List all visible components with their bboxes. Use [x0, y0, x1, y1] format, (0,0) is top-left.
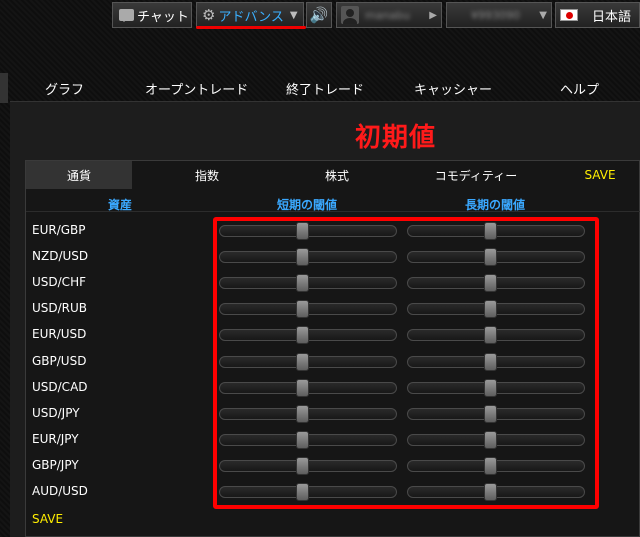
- nav-item-graph[interactable]: グラフ: [45, 79, 84, 98]
- currency-pair-label: USD/RUB: [32, 301, 88, 316]
- user-menu[interactable]: manabu ▶: [336, 2, 442, 28]
- speaker-icon: 🔊: [309, 6, 329, 24]
- currency-pair-label: USD/CAD: [32, 379, 88, 394]
- balance-dropdown[interactable]: ¥993090 ▼: [446, 2, 552, 28]
- language-label: 日本語: [592, 9, 632, 25]
- save-button[interactable]: SAVE: [32, 512, 63, 526]
- page-title: 初期値: [355, 123, 437, 153]
- japan-flag-icon: [560, 9, 578, 21]
- advanced-label: アドバンス: [218, 9, 284, 25]
- currency-pair-label: AUD/USD: [32, 484, 88, 498]
- column-headers: 資産 短期の閾値 長期の閾値: [26, 194, 640, 212]
- main-nav: グラフ オープントレード 終了トレード キャッシャー ヘルプ: [0, 76, 640, 100]
- advanced-dropdown[interactable]: ⚙ アドバンス ▼: [196, 2, 304, 28]
- nav-item-closed-trades[interactable]: 終了トレード: [286, 79, 364, 98]
- gear-icon: ⚙: [202, 5, 216, 24]
- column-long-threshold: 長期の閾値: [465, 198, 526, 212]
- currency-pair-label: EUR/JPY: [32, 431, 79, 446]
- tab-commodities[interactable]: コモディティー: [392, 161, 560, 189]
- currency-pair-label: USD/JPY: [32, 405, 80, 420]
- chevron-right-icon: ▶: [429, 9, 437, 21]
- chat-bubble-icon: [119, 9, 134, 22]
- username: manabu: [365, 8, 411, 22]
- column-short-threshold: 短期の閾値: [277, 198, 338, 212]
- currency-pair-label: EUR/USD: [32, 327, 87, 342]
- annotation-underline: [196, 26, 306, 29]
- currency-pair-label: USD/CHF: [32, 275, 86, 290]
- chat-button[interactable]: チャット: [112, 2, 192, 28]
- chevron-down-icon: ▼: [289, 9, 298, 21]
- currency-pair-label: GBP/USD: [32, 353, 87, 368]
- nav-item-open-trades[interactable]: オープントレード: [145, 79, 248, 98]
- tab-stocks[interactable]: 株式: [282, 161, 392, 189]
- tab-indices[interactable]: 指数: [132, 161, 282, 189]
- balance-value: ¥993090: [471, 8, 520, 22]
- tab-save-button[interactable]: SAVE: [560, 161, 640, 189]
- top-bar: チャット ⚙ アドバンス ▼ 🔊 manabu ▶ ¥993090 ▼ 日本語: [0, 0, 640, 30]
- nav-item-help[interactable]: ヘルプ: [560, 79, 599, 98]
- language-selector[interactable]: 日本語: [555, 2, 640, 28]
- column-asset: 資産: [108, 198, 133, 212]
- currency-pair-label: GBP/JPY: [32, 457, 79, 472]
- currency-pair-label: NZD/USD: [32, 249, 89, 264]
- currency-pair-label: EUR/GBP: [32, 223, 86, 237]
- asset-tabs: 通貨 指数 株式 コモディティー SAVE: [26, 161, 640, 189]
- annotation-highlight-box: [213, 217, 599, 509]
- chevron-down-icon: ▼: [539, 9, 547, 21]
- nav-item-cashier[interactable]: キャッシャー: [414, 79, 492, 98]
- app-root: チャット ⚙ アドバンス ▼ 🔊 manabu ▶ ¥993090 ▼ 日本語 …: [0, 0, 640, 537]
- user-avatar-icon: [341, 6, 359, 24]
- chat-label: チャット: [137, 9, 189, 25]
- tab-currency[interactable]: 通貨: [26, 161, 132, 189]
- sound-button[interactable]: 🔊: [306, 2, 332, 28]
